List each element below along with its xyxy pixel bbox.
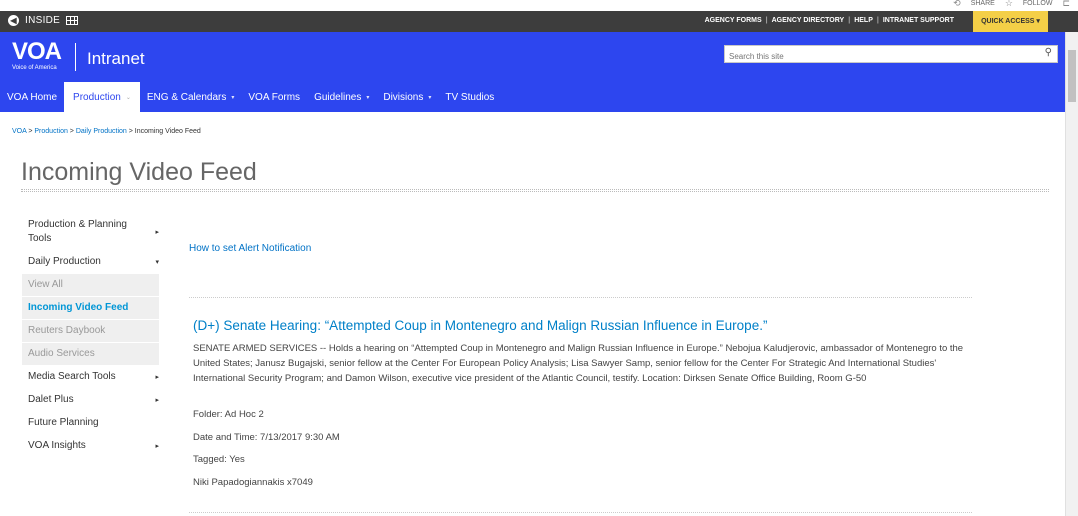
breadcrumb-current: Incoming Video Feed	[134, 128, 201, 135]
follow-link[interactable]: FOLLOW	[1023, 0, 1053, 7]
chevron-right-icon: ▸	[155, 397, 159, 404]
site-search: ⚲	[724, 45, 1058, 65]
breadcrumb-voa[interactable]: VOA	[12, 128, 26, 135]
share-follow-group: ⟲ SHARE ☆ FOLLOW ⊏	[953, 0, 1070, 9]
feed-item-description: SENATE ARMED SERVICES -- Holds a hearing…	[193, 343, 964, 384]
leftnav-item-voa-insights[interactable]: VOA Insights ▸	[22, 435, 159, 458]
nav-item-tv-studios[interactable]: TV Studios	[438, 82, 501, 112]
chevron-right-icon: ▸	[155, 229, 159, 236]
caret-down-icon: ▾	[428, 94, 432, 101]
search-icon[interactable]: ⚲	[1045, 47, 1052, 58]
help-link[interactable]: HELP	[850, 17, 877, 24]
content-divider-bottom	[189, 512, 972, 513]
share-link[interactable]: SHARE	[971, 0, 995, 7]
share-icon[interactable]: ⟲	[953, 0, 961, 9]
grid-icon	[66, 16, 79, 25]
star-icon[interactable]: ☆	[1005, 0, 1013, 9]
breadcrumb-daily-production[interactable]: Daily Production	[76, 128, 127, 135]
inside-label: INSIDE	[25, 15, 61, 26]
nav-item-voa-forms[interactable]: VOA Forms	[241, 82, 307, 112]
site-header: VOA Voice of America Intranet ⚲	[0, 32, 1065, 82]
chevron-down-icon: ▾	[155, 259, 159, 266]
main-nav: VOA Home Production ⌄ ENG & Calendars ▾ VO…	[0, 82, 1065, 112]
title-divider	[21, 189, 1049, 192]
feed-item-tagged: Tagged: Yes	[193, 454, 245, 465]
caret-down-icon: ▾	[231, 94, 235, 101]
leftnav-subitem-audio-services[interactable]: Audio Services	[22, 343, 159, 366]
leftnav-item-future-planning[interactable]: Future Planning	[22, 412, 159, 435]
nav-item-voa-home[interactable]: VOA Home	[0, 82, 64, 112]
page-title: Incoming Video Feed	[21, 158, 257, 186]
feed-item-title[interactable]: (D+) Senate Hearing: “Attempted Coup in …	[193, 318, 767, 333]
focus-icon[interactable]: ⊏	[1062, 0, 1070, 9]
chevron-right-icon: ▸	[155, 443, 159, 450]
nav-item-guidelines[interactable]: Guidelines ▾	[307, 82, 376, 112]
chevron-down-icon: ⌄	[125, 94, 131, 101]
inside-bar: ◀ INSIDE AGENCY FORMS | AGENCY DIRECTORY |…	[0, 11, 1078, 32]
content-divider	[189, 297, 972, 298]
agency-links: AGENCY FORMS | AGENCY DIRECTORY | HELP | IN…	[701, 17, 958, 24]
vertical-scrollbar[interactable]	[1065, 32, 1078, 516]
leftnav-item-media-search-tools[interactable]: Media Search Tools ▸	[22, 366, 159, 389]
leftnav-item-dalet-plus[interactable]: Dalet Plus ▸	[22, 389, 159, 412]
feed-item-folder: Folder: Ad Hoc 2	[193, 409, 264, 420]
agency-directory-link[interactable]: AGENCY DIRECTORY	[768, 17, 849, 24]
feed-item-contact: Niki Papadogiannakis x7049	[193, 477, 313, 488]
nav-item-eng-calendars[interactable]: ENG & Calendars ▾	[140, 82, 242, 112]
intranet-support-link[interactable]: INTRANET SUPPORT	[879, 17, 958, 24]
logo-mark: VOA	[12, 38, 62, 65]
inside-link[interactable]: ◀ INSIDE	[8, 15, 79, 26]
feed-item-datetime: Date and Time: 7/13/2017 9:30 AM	[193, 432, 340, 443]
voa-logo[interactable]: VOA Voice of America	[12, 40, 68, 76]
nav-item-divisions[interactable]: Divisions ▾	[376, 82, 438, 112]
leftnav-subitem-view-all[interactable]: View All	[22, 274, 159, 297]
agency-forms-link[interactable]: AGENCY FORMS	[701, 17, 766, 24]
caret-down-icon: ▾	[366, 94, 370, 101]
leftnav-subitem-reuters-daybook[interactable]: Reuters Daybook	[22, 320, 159, 343]
quick-access-button[interactable]: QUICK ACCESS ▾	[973, 11, 1048, 32]
nav-item-production[interactable]: Production ⌄	[64, 82, 140, 112]
chevron-right-icon: ▸	[155, 374, 159, 381]
breadcrumb-production[interactable]: Production	[34, 128, 67, 135]
logo-divider	[75, 43, 76, 71]
left-nav: Production & Planning Tools ▸ Daily Produ…	[22, 214, 159, 458]
top-utility-strip: ⟲ SHARE ☆ FOLLOW ⊏	[0, 0, 1078, 11]
leftnav-item-daily-production[interactable]: Daily Production ▾	[22, 251, 159, 274]
scrollbar-thumb[interactable]	[1068, 50, 1076, 102]
site-title[interactable]: Intranet	[87, 49, 145, 69]
search-input[interactable]	[725, 48, 1025, 65]
logo-subtitle: Voice of America	[12, 65, 57, 71]
leftnav-item-production-planning-tools[interactable]: Production & Planning Tools ▸	[22, 214, 159, 251]
leftnav-subitem-incoming-video-feed[interactable]: Incoming Video Feed	[22, 297, 159, 320]
alert-notification-link[interactable]: How to set Alert Notification	[189, 243, 311, 254]
back-arrow-icon: ◀	[8, 15, 19, 26]
breadcrumb: VOA > Production > Daily Production > In…	[12, 128, 201, 135]
